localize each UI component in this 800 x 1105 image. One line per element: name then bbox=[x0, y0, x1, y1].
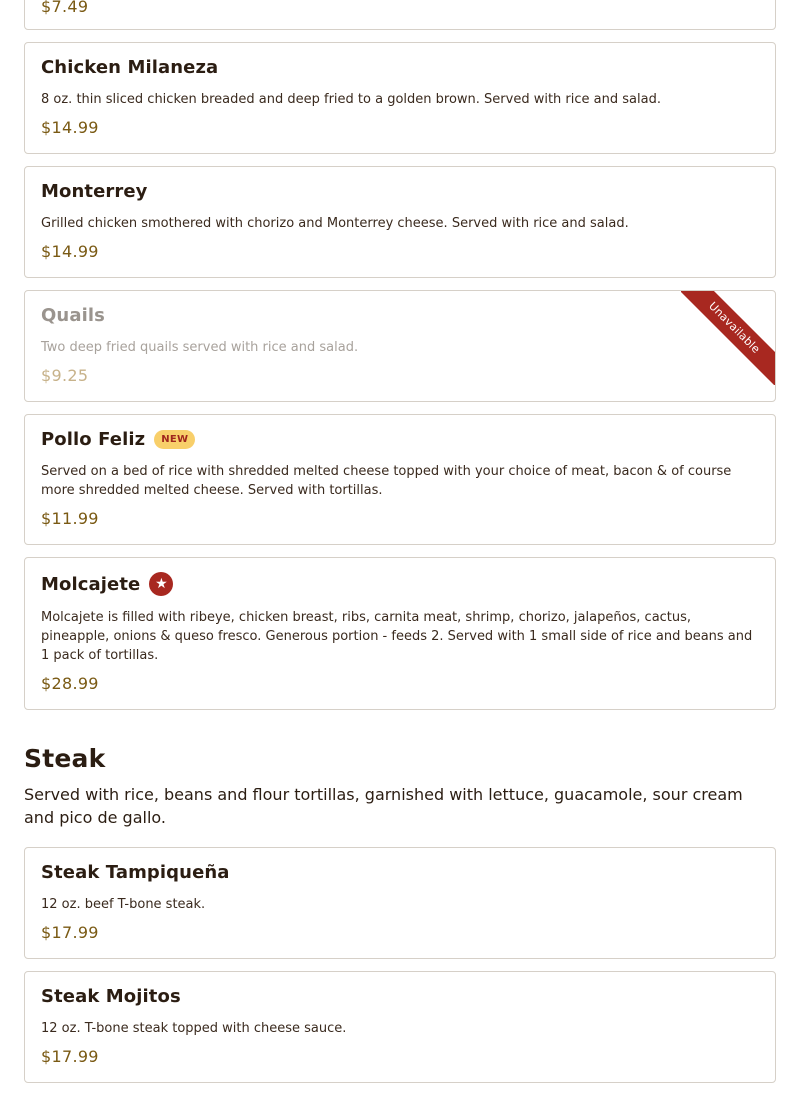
section-description: Served with rice, beans and flour tortil… bbox=[24, 785, 743, 827]
item-name: Chicken Milaneza bbox=[41, 57, 219, 78]
item-price: $11.99 bbox=[41, 509, 99, 528]
menu-section-steak: Steak Served with rice, beans and flour … bbox=[24, 744, 776, 829]
menu-list: $7.49 Chicken Milaneza 8 oz. thin sliced… bbox=[24, 0, 776, 1095]
item-description: Grilled chicken smothered with chorizo a… bbox=[41, 216, 629, 231]
menu-item-card[interactable]: Steak Mojitos 12 oz. T-bone steak topped… bbox=[24, 971, 776, 1083]
item-name: Monterrey bbox=[41, 181, 148, 202]
item-price: $17.99 bbox=[41, 1047, 99, 1066]
item-price: $14.99 bbox=[41, 242, 99, 261]
item-description: 8 oz. thin sliced chicken breaded and de… bbox=[41, 92, 661, 107]
item-description: 12 oz. T-bone steak topped with cheese s… bbox=[41, 1021, 347, 1036]
menu-item-card[interactable]: Chicken Milaneza 8 oz. thin sliced chick… bbox=[24, 42, 776, 154]
item-description: Molcajete is filled with ribeye, chicken… bbox=[41, 610, 753, 663]
item-name: Molcajete bbox=[41, 573, 141, 595]
menu-item-card[interactable]: Molcajete ★ Molcajete is filled with rib… bbox=[24, 557, 776, 710]
menu-item-card[interactable]: Steak Tampiqueña 12 oz. beef T-bone stea… bbox=[24, 847, 776, 959]
item-price: $9.25 bbox=[41, 366, 89, 385]
item-name: Steak Tampiqueña bbox=[41, 862, 230, 883]
item-price: $14.99 bbox=[41, 118, 99, 137]
menu-page: $7.49 Chicken Milaneza 8 oz. thin sliced… bbox=[0, 0, 800, 1105]
item-price: $7.49 bbox=[41, 0, 89, 16]
item-description: Served on a bed of rice with shredded me… bbox=[41, 464, 732, 498]
menu-item-card[interactable]: $7.49 bbox=[24, 0, 776, 30]
section-title: Steak bbox=[24, 744, 106, 773]
item-name: Pollo Feliz bbox=[41, 429, 146, 450]
menu-item-card-unavailable: Quails Two deep fried quails served with… bbox=[24, 290, 776, 402]
item-description: Two deep fried quails served with rice a… bbox=[41, 340, 359, 355]
new-badge: NEW bbox=[154, 430, 196, 449]
item-name: Quails bbox=[41, 305, 105, 326]
star-icon: ★ bbox=[149, 572, 174, 596]
menu-item-card[interactable]: Monterrey Grilled chicken smothered with… bbox=[24, 166, 776, 278]
item-price: $17.99 bbox=[41, 923, 99, 942]
item-price: $28.99 bbox=[41, 674, 99, 693]
item-description: 12 oz. beef T-bone steak. bbox=[41, 897, 206, 912]
item-name: Steak Mojitos bbox=[41, 986, 181, 1007]
menu-item-card[interactable]: Pollo Feliz NEW Served on a bed of rice … bbox=[24, 414, 776, 545]
